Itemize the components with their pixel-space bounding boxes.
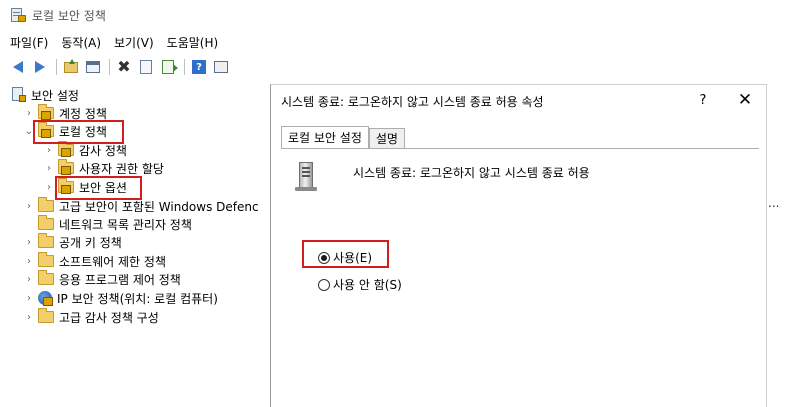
tree-item-defender-firewall[interactable]: › 고급 보안이 포함된 Windows Defenc: [24, 197, 259, 215]
tree-item-label: 감사 정책: [79, 143, 127, 158]
tree-item-local-policy[interactable]: ⌄ 로컬 정책: [24, 122, 107, 140]
tree-item-user-rights[interactable]: › 사용자 권한 할당: [44, 159, 164, 177]
menu-view[interactable]: 보기(V): [114, 34, 154, 51]
console-tree-icon: [86, 61, 100, 73]
folder-icon: [38, 270, 54, 285]
dialog-title-bar: 시스템 종료: 로그온하지 않고 시스템 종료 허용 속성: [271, 85, 766, 117]
expand-chevron-icon[interactable]: ›: [24, 312, 34, 323]
tab-explain[interactable]: 설명: [368, 128, 405, 148]
export-icon: [162, 60, 178, 74]
tree-item-label: 보안 설정: [31, 88, 79, 103]
console-tree: 보안 설정 › 계정 정책 ⌄ 로컬 정책 › 감사 정책 › 사용자 권한 할…: [0, 84, 266, 407]
back-arrow-icon: [13, 61, 23, 73]
collapse-chevron-icon[interactable]: ⌄: [24, 126, 34, 137]
tree-item-label: 네트워크 목록 관리자 정책: [59, 217, 192, 232]
expand-chevron-icon[interactable]: ›: [44, 163, 54, 174]
tree-item-advanced-audit[interactable]: › 고급 감사 정책 구성: [24, 308, 159, 326]
tree-item-account-policy[interactable]: › 계정 정책: [24, 104, 107, 122]
forward-arrow-icon: [35, 61, 45, 73]
show-hide-console-tree-button[interactable]: [83, 57, 103, 77]
dialog-close-button[interactable]: ✕: [735, 90, 755, 110]
expand-chevron-icon[interactable]: ›: [24, 108, 34, 119]
dialog-tabs: 로컬 보안 설정 설명: [281, 126, 405, 148]
policy-folder-icon: [38, 104, 54, 120]
tree-item-label: 공개 키 정책: [59, 235, 122, 250]
menu-bar: 파일(F) 동작(A) 보기(V) 도움말(H): [0, 32, 231, 52]
toolbar: ✖ ?: [0, 54, 808, 80]
delete-x-icon: ✖: [117, 57, 131, 76]
list-overflow-ellipsis: ...: [768, 196, 780, 210]
folder-up-icon: [64, 58, 78, 73]
folder-icon: [38, 308, 54, 323]
properties-button[interactable]: [136, 57, 156, 77]
expand-chevron-icon[interactable]: ›: [24, 201, 34, 212]
tree-item-network-list[interactable]: 네트워크 목록 관리자 정책: [38, 215, 192, 233]
tree-item-label: 응용 프로그램 제어 정책: [59, 272, 181, 287]
server-policy-icon: [295, 162, 317, 192]
menu-file[interactable]: 파일(F): [10, 34, 48, 51]
tree-item-label: 보안 옵션: [79, 180, 127, 195]
tree-item-label: 소프트웨어 제한 정책: [59, 254, 166, 269]
folder-icon: [38, 197, 54, 212]
folder-icon: [38, 233, 54, 248]
expand-chevron-icon[interactable]: ›: [44, 182, 54, 193]
tree-item-label: 고급 감사 정책 구성: [59, 310, 159, 325]
help-icon: ?: [192, 60, 206, 74]
menu-action[interactable]: 동작(A): [61, 34, 101, 51]
folder-icon: [38, 215, 54, 230]
enabled-radio-option[interactable]: 사용(E): [318, 249, 372, 266]
dialog-help-button[interactable]: ?: [695, 93, 711, 108]
tree-item-label: 로컬 정책: [59, 124, 107, 139]
action-pane-button[interactable]: [211, 57, 231, 77]
tree-item-label: IP 보안 정책(위치: 로컬 컴퓨터): [57, 291, 218, 306]
expand-chevron-icon[interactable]: ›: [24, 237, 34, 248]
tree-item-security-settings[interactable]: 보안 설정: [12, 86, 79, 104]
tree-item-ip-security[interactable]: › IP 보안 정책(위치: 로컬 컴퓨터): [24, 289, 218, 307]
local-security-policy-icon: [10, 7, 26, 23]
tab-panel-divider: [281, 148, 759, 149]
back-button[interactable]: [8, 57, 28, 77]
tree-item-label: 고급 보안이 포함된 Windows Defenc: [59, 199, 259, 214]
expand-chevron-icon[interactable]: ›: [24, 256, 34, 267]
expand-chevron-icon[interactable]: ›: [24, 293, 34, 304]
policy-name: 시스템 종료: 로그온하지 않고 시스템 종료 허용: [353, 166, 590, 180]
radio-disabled[interactable]: [318, 278, 330, 291]
policy-folder-icon: [38, 122, 54, 138]
radio-enabled[interactable]: [318, 251, 330, 264]
properties-dialog: 시스템 종료: 로그온하지 않고 시스템 종료 허용 속성 ? ✕ 로컬 보안 …: [270, 84, 767, 407]
tree-item-security-options[interactable]: › 보안 옵션: [44, 178, 127, 196]
tree-item-app-control[interactable]: › 응용 프로그램 제어 정책: [24, 270, 181, 288]
help-button[interactable]: ?: [189, 57, 209, 77]
policy-folder-icon: [58, 159, 74, 175]
delete-button[interactable]: ✖: [114, 57, 134, 77]
tree-item-audit-policy[interactable]: › 감사 정책: [44, 141, 127, 159]
export-list-button[interactable]: [158, 57, 178, 77]
toolbar-separator: [184, 59, 185, 75]
policy-folder-icon: [58, 141, 74, 157]
window-title: 로컬 보안 정책: [32, 8, 106, 23]
folder-icon: [38, 252, 54, 267]
security-settings-icon: [12, 87, 26, 103]
tree-item-label: 계정 정책: [59, 106, 107, 121]
toolbar-separator: [109, 59, 110, 75]
dialog-title: 시스템 종료: 로그온하지 않고 시스템 종료 허용 속성: [281, 94, 544, 109]
title-bar: 로컬 보안 정책: [0, 0, 808, 30]
radio-enabled-label: 사용(E): [333, 251, 373, 265]
tree-item-public-key[interactable]: › 공개 키 정책: [24, 233, 122, 251]
ip-security-icon: [38, 291, 53, 306]
disabled-radio-option[interactable]: 사용 안 함(S): [318, 276, 402, 293]
radio-disabled-label: 사용 안 함(S): [333, 278, 402, 292]
properties-icon: [140, 60, 152, 74]
up-level-button[interactable]: [61, 57, 81, 77]
tab-local-security-setting[interactable]: 로컬 보안 설정: [281, 126, 369, 148]
toolbar-separator: [56, 59, 57, 75]
tree-item-label: 사용자 권한 할당: [79, 161, 164, 176]
menu-help[interactable]: 도움말(H): [167, 34, 219, 51]
policy-folder-icon: [58, 178, 74, 194]
expand-chevron-icon[interactable]: ›: [44, 145, 54, 156]
expand-chevron-icon[interactable]: ›: [24, 274, 34, 285]
action-pane-icon: [214, 61, 228, 73]
forward-button[interactable]: [30, 57, 50, 77]
tree-item-software-restriction[interactable]: › 소프트웨어 제한 정책: [24, 252, 166, 270]
